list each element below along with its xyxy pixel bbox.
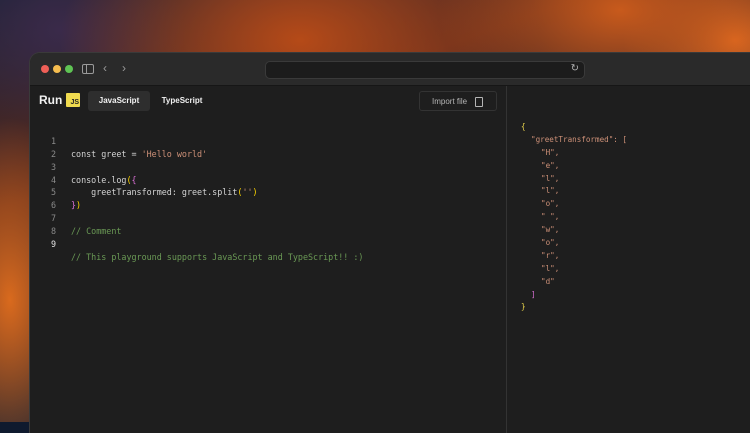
playground-content: Run JS JavaScript TypeScript Import file…	[30, 86, 750, 433]
output-item: "d"	[541, 276, 555, 286]
output-item: "H",	[541, 147, 560, 157]
output-item: "r",	[541, 250, 560, 260]
editor-toolbar: Run JS JavaScript TypeScript Import file	[30, 86, 506, 116]
js-logo-icon: JS	[66, 93, 80, 107]
editor-pane: Run JS JavaScript TypeScript Import file…	[30, 86, 507, 433]
code-line: 4 greetTransformed: greet.split('')	[30, 161, 506, 198]
reload-icon[interactable]: ↻	[571, 63, 579, 74]
code-line: 5 })	[30, 174, 506, 210]
output-close-bracket: ]	[531, 289, 536, 299]
import-file-label: Import file	[432, 97, 468, 106]
output-item: "l",	[541, 186, 560, 196]
chevron-left-icon[interactable]: ‹	[103, 62, 107, 74]
console-output: { "greetTransformed": [ "H", "e", "l", "…	[521, 121, 627, 314]
title-bar: ‹ › ↻	[30, 53, 750, 86]
code-editor[interactable]: 1 const greet = 'Hello world' 2 3 consol…	[30, 122, 506, 262]
minimize-window-button[interactable]	[53, 65, 61, 73]
code-line-text: // This playground supports JavaScript a…	[71, 251, 364, 262]
line-number: 9	[50, 239, 56, 250]
maximize-window-button[interactable]	[65, 65, 73, 73]
output-item: "l",	[541, 173, 560, 183]
code-line: 6	[30, 186, 506, 210]
output-item: "o",	[541, 199, 560, 209]
sidebar-toggle-icon[interactable]	[82, 64, 94, 74]
address-bar[interactable]: ↻	[265, 61, 585, 79]
code-line: 8	[30, 212, 506, 236]
code-line: 1 const greet = 'Hello world'	[30, 122, 506, 159]
browser-window: ‹ › ↻ Run JS JavaScript TypeScript Impor…	[30, 53, 750, 433]
output-key: "greetTransformed": [	[531, 134, 628, 144]
output-item: "l",	[541, 263, 560, 273]
output-item: "e",	[541, 160, 560, 170]
code-line: 3 console.log({	[30, 148, 506, 185]
import-file-button[interactable]: Import file	[419, 91, 497, 111]
tab-typescript[interactable]: TypeScript	[154, 91, 210, 111]
output-close-brace: }	[521, 302, 526, 312]
close-window-button[interactable]	[41, 65, 49, 73]
run-button[interactable]: Run	[39, 93, 62, 107]
output-pane: { "greetTransformed": [ "H", "e", "l", "…	[507, 86, 750, 433]
tab-javascript[interactable]: JavaScript	[88, 91, 150, 111]
code-line: 9 // This playground supports JavaScript…	[30, 225, 506, 262]
output-open-brace: {	[521, 122, 526, 131]
code-line: 2	[30, 135, 506, 159]
output-item: "w",	[541, 225, 560, 235]
chevron-right-icon[interactable]: ›	[122, 62, 126, 74]
output-item: " ",	[541, 212, 560, 222]
code-line: 7 // Comment	[30, 199, 506, 236]
output-item: "o",	[541, 238, 560, 248]
file-icon	[475, 97, 483, 107]
